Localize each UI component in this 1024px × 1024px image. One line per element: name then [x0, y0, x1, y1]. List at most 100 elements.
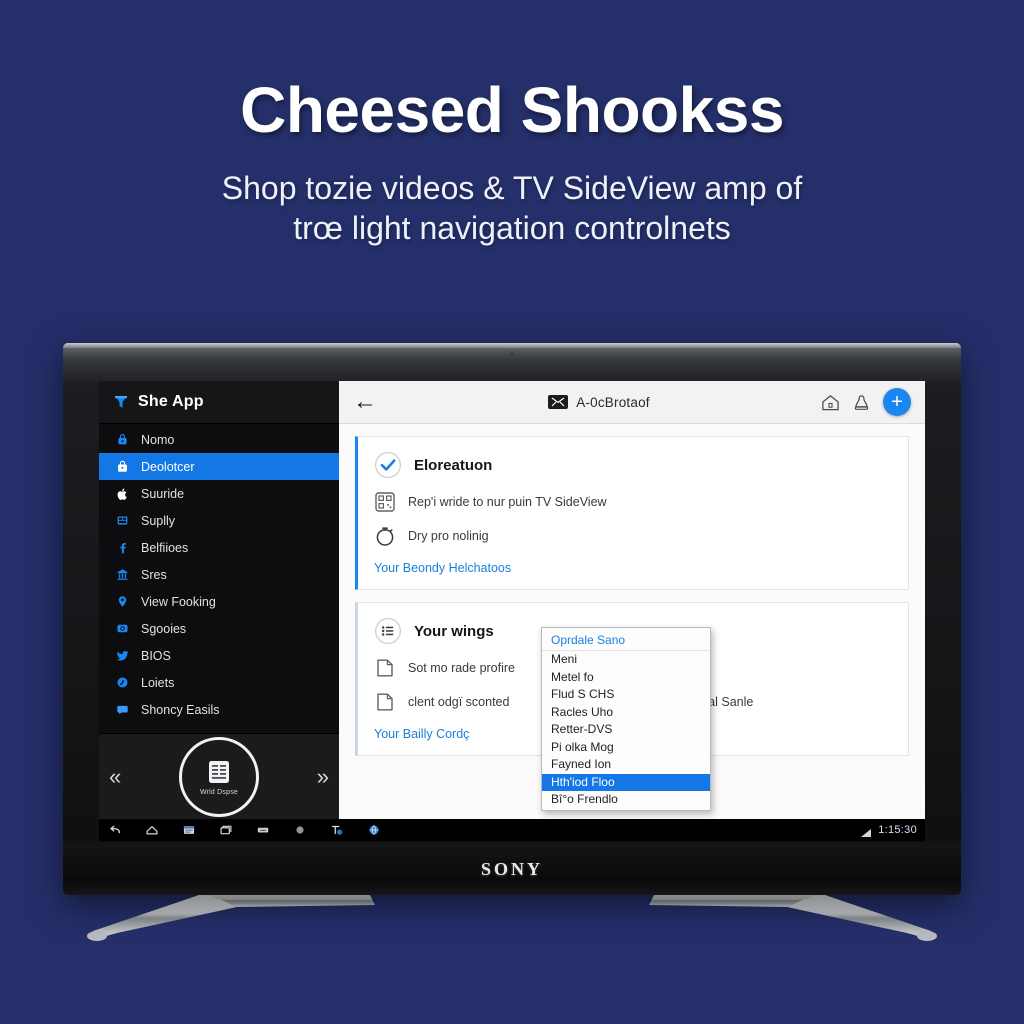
card-title: Your wings: [414, 622, 494, 640]
chat-icon: [115, 703, 129, 717]
sidebar-item-label: Nomo: [141, 432, 175, 447]
sidebar-item-label: View Fooking: [141, 594, 216, 609]
app-sidebar: She App Nomo Deolotcer Suuride Suplly Be…: [99, 381, 339, 819]
card-row-text: Rep'i wride to nur puin TV SideView: [408, 495, 607, 509]
file-icon: [374, 657, 396, 679]
add-button[interactable]: +: [883, 388, 911, 416]
list-circle-icon: [374, 617, 402, 645]
prev-button[interactable]: «: [109, 765, 121, 788]
camera-icon: [115, 622, 129, 636]
dropdown-item[interactable]: Retter-DVS: [542, 721, 710, 739]
subtitle-line-1: Shop tozie videos & TV SideView amp of: [221, 170, 803, 206]
sidebar-item-view-fooking[interactable]: View Fooking: [99, 588, 339, 615]
dropdown-menu[interactable]: Oprdale Sano Meni Metel fo Flud S CHS Ra…: [541, 627, 711, 811]
tv-device: She App Nomo Deolotcer Suuride Suplly Be…: [63, 343, 961, 941]
card-row[interactable]: Dry pro nolinig: [374, 525, 892, 547]
home-icon[interactable]: [144, 823, 159, 838]
document-list-icon: [205, 758, 233, 786]
dropdown-item[interactable]: Pi olka Mog: [542, 739, 710, 757]
apple-icon: [115, 487, 129, 501]
status-clock: 1:15:30: [878, 824, 917, 836]
globe-icon[interactable]: [366, 823, 381, 838]
tv-screen: She App Nomo Deolotcer Suuride Suplly Be…: [99, 381, 925, 841]
pin-icon: [115, 595, 129, 609]
card-row[interactable]: Rep'i wride to nur puin TV SideView: [374, 491, 892, 513]
sidebar-item-deolotcer[interactable]: Deolotcer: [99, 453, 339, 480]
twitter-icon: [115, 649, 129, 663]
circle-icon[interactable]: [292, 823, 307, 838]
nav-bar-buttons: [107, 823, 381, 838]
sidebar-item-label: BIOS: [141, 648, 171, 663]
dropdown-item[interactable]: Fayned Ion: [542, 756, 710, 774]
tv-leg-left: [87, 891, 387, 949]
sidebar-item-bios[interactable]: BIOS: [99, 642, 339, 669]
sidebar-item-label: Suuride: [141, 486, 185, 501]
sidebar-app-title: She App: [138, 393, 204, 410]
hero-section: Cheesed Shookss Shop tozie videos & TV S…: [0, 0, 1024, 248]
sidebar-header: She App: [99, 381, 339, 424]
signal-icon: [860, 825, 872, 837]
app-logo-icon: [113, 394, 129, 410]
back-arrow-icon[interactable]: ←: [353, 390, 377, 414]
dropdown-item[interactable]: Bî°o Frendlo: [542, 791, 710, 809]
disc-icon: [115, 676, 129, 690]
android-nav-bar: 1:15:30: [99, 819, 925, 841]
dial-control[interactable]: Wrld Dspse: [179, 736, 259, 817]
keyboard-icon[interactable]: [255, 823, 270, 838]
grid-icon: [115, 514, 129, 528]
sidebar-item-list: Nomo Deolotcer Suuride Suplly Belfiioes …: [99, 424, 339, 733]
card-link[interactable]: Your Bailly Cordç: [374, 727, 469, 741]
subtitle-line-2: trœ light navigation controlnets: [293, 210, 731, 246]
facebook-icon: [115, 541, 129, 555]
tv-bezel: She App Nomo Deolotcer Suuride Suplly Be…: [63, 343, 961, 895]
bag-icon: [115, 460, 129, 474]
dropdown-item[interactable]: Racles Uho: [542, 704, 710, 722]
tv-brand-strip: SONY: [63, 843, 961, 895]
app-bar-actions: +: [821, 388, 911, 416]
dropdown-item[interactable]: Meni: [542, 651, 710, 669]
sidebar-item-label: Suplly: [141, 513, 176, 528]
app-bar-title: A-0cBrotaof: [576, 394, 650, 410]
card-header: Eloreatuon: [374, 451, 892, 479]
sidebar-item-nomo[interactable]: Nomo: [99, 426, 339, 453]
dropdown-item[interactable]: Flud S CHS: [542, 686, 710, 704]
tv-sensor: [510, 351, 514, 358]
sidebar-item-label: Sres: [141, 567, 167, 582]
card-link[interactable]: Your Beondy Helchatoos: [374, 561, 511, 575]
sidebar-item-label: Loiets: [141, 675, 175, 690]
sidebar-item-label: Deolotcer: [141, 459, 195, 474]
app-bar-title-group: A-0cBrotaof: [387, 395, 811, 410]
dropdown-item-selected[interactable]: Hth'iod Floo: [542, 773, 710, 791]
home-icon[interactable]: [821, 393, 840, 412]
sidebar-item-belfiioes[interactable]: Belfiioes: [99, 534, 339, 561]
card-row-text: Dry pro nolinig: [408, 529, 489, 543]
sidebar-item-suplly[interactable]: Suplly: [99, 507, 339, 534]
sidebar-item-label: Shoncy Easils: [141, 702, 220, 717]
sidebar-item-shoncy-easils[interactable]: Shoncy Easils: [99, 696, 339, 723]
sidebar-item-label: Belfiioes: [141, 540, 189, 555]
card-title: Eloreatuon: [414, 456, 493, 474]
app-main: ← A-0cBrotaof + Eloreatuon Rep'i wride t…: [339, 381, 925, 819]
dropdown-item[interactable]: Metel fo: [542, 669, 710, 687]
dial-label: Wrld Dspse: [199, 788, 239, 796]
mail-icon: [548, 395, 569, 409]
person-icon[interactable]: [852, 393, 871, 412]
sidebar-item-sgooies[interactable]: Sgooies: [99, 615, 339, 642]
lock-icon: [115, 433, 129, 447]
screen-body: She App Nomo Deolotcer Suuride Suplly Be…: [99, 381, 925, 819]
sidebar-item-suuride[interactable]: Suuride: [99, 480, 339, 507]
page-title: Cheesed Shookss: [240, 74, 784, 146]
check-circle-icon: [374, 451, 402, 479]
back-icon[interactable]: [107, 823, 122, 838]
status-area: 1:15:30: [860, 824, 917, 837]
next-button[interactable]: »: [317, 765, 329, 788]
bank-icon: [115, 568, 129, 582]
settings-blue-icon[interactable]: [329, 823, 344, 838]
recents-icon[interactable]: [218, 823, 233, 838]
app-content: Eloreatuon Rep'i wride to nur puin TV Si…: [339, 424, 925, 819]
sidebar-item-loiets[interactable]: Loiets: [99, 669, 339, 696]
file-icon: [374, 691, 396, 713]
screenshot-icon[interactable]: [181, 823, 196, 838]
sidebar-item-sres[interactable]: Sres: [99, 561, 339, 588]
tv-top-edge: [63, 343, 961, 348]
